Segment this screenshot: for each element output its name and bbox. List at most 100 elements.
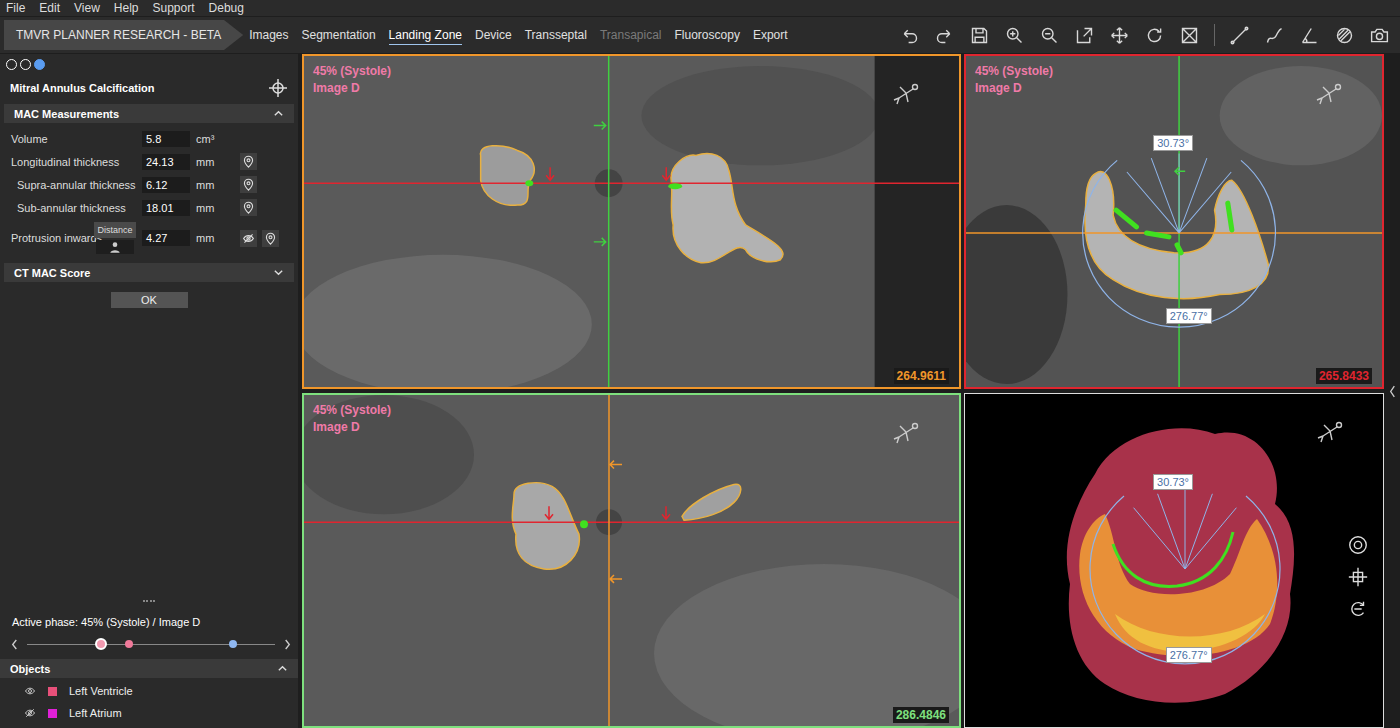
tab[interactable]: Images [249,26,288,45]
expand-icon[interactable] [1074,25,1095,46]
angle-label: 276.77° [1166,308,1212,324]
locate-button[interactable] [240,176,257,193]
person-icon [96,240,134,254]
locate-button[interactable] [240,199,257,216]
section-header[interactable]: MAC Measurements [4,104,294,123]
chevron-right-icon[interactable] [283,638,292,651]
tab[interactable]: Transseptal [525,26,587,45]
ok-button[interactable]: OK [111,292,188,308]
chevron-left-icon[interactable] [1388,384,1397,399]
menu-item[interactable]: Help [114,1,139,15]
measurement-value[interactable]: 24.13 [142,154,190,170]
viewport[interactable]: 45% (Systole)Image D 286.4846 [302,393,961,728]
slice-position: 286.4846 [893,707,949,723]
locate-button[interactable] [240,153,257,170]
ct-slice[interactable] [304,56,959,387]
menu-item[interactable]: Debug [209,1,244,15]
tab[interactable]: Segmentation [302,26,376,45]
render-tools [1347,534,1369,620]
menu-bar: File Edit View Help Support Debug [0,0,1400,16]
measurement-label: Volume [11,133,142,145]
chevron-icon [273,108,284,119]
phase-marker[interactable] [95,638,107,650]
measurement-row: Supra-annular thickness6.12mm [4,173,294,196]
viewport-grid: 45% (Systole)Image D264.961145% (Systole… [298,54,1384,728]
step-dot[interactable] [6,59,17,70]
phase-marker[interactable] [229,640,237,648]
target-icon[interactable] [1347,534,1369,556]
tab[interactable]: Fluoroscopy [675,26,740,45]
curve-icon[interactable] [1264,25,1285,46]
section-header[interactable]: CT MAC Score [4,263,294,282]
object-row[interactable]: Left Ventricle [10,680,288,702]
pin-icon [264,232,277,245]
crosshair-icon[interactable] [268,78,288,98]
rotate-3d-icon[interactable] [1347,598,1369,620]
ct-slice[interactable] [966,56,1382,387]
redo-icon[interactable] [934,25,955,46]
crosshair-icon[interactable] [1347,566,1369,588]
orientation-figure-icon [1314,82,1344,106]
ct-slice[interactable] [304,395,959,726]
visibility-button[interactable] [240,230,257,247]
menu-item[interactable]: Support [153,1,195,15]
reset-view-icon[interactable] [1179,25,1200,46]
viewport[interactable]: 45% (Systole)Image D265.843330.73°276.77… [964,54,1384,389]
measurement-label: Supra-annular thickness [17,179,142,191]
viewport-label: 45% (Systole)Image D [313,402,391,436]
angle-icon[interactable] [1299,25,1320,46]
measurement-value[interactable]: 18.01 [142,200,190,216]
phase-marker[interactable] [125,640,133,648]
undo-icon[interactable] [899,25,920,46]
step-dot[interactable] [20,59,31,70]
locate-button[interactable] [262,230,279,247]
viewport[interactable]: 30.73° 276.77° [964,393,1384,728]
panel-spacer [0,318,298,612]
tab[interactable]: Transapical [600,26,662,45]
measurement-label: Longitudinal thickness [11,156,142,168]
menu-item[interactable]: View [74,1,100,15]
step-dot[interactable] [34,59,45,70]
measurement-unit: mm [190,232,240,244]
app-window: File Edit View Help Support Debug TMVR PLANNER… [0,0,1400,728]
angle-label: 276.77° [1166,647,1212,663]
line-measure-icon[interactable] [1229,25,1250,46]
distance-button[interactable]: Distance [95,222,135,254]
pin-icon [242,178,255,191]
viewport[interactable]: 45% (Systole)Image D264.9611 [302,54,961,389]
timeline-track[interactable] [27,644,275,645]
angle-label: 30.73° [1153,474,1193,490]
color-swatch [48,687,57,696]
move-icon[interactable] [1109,25,1130,46]
menu-item[interactable]: Edit [39,1,60,15]
save-icon[interactable] [969,25,990,46]
measurement-value[interactable]: 4.27 [142,230,190,246]
measurement-value[interactable]: 5.8 [142,131,190,147]
tab[interactable]: Export [753,26,788,45]
zoom-in-icon[interactable] [1004,25,1025,46]
tab[interactable]: Landing Zone [389,26,462,45]
measurement-value[interactable]: 6.12 [142,177,190,193]
camera-icon[interactable] [1369,25,1390,46]
measurement-row: Volume5.8cm³ [4,127,294,150]
eye-icon[interactable] [24,685,36,697]
chevron-left-icon[interactable] [10,638,19,651]
measurement-unit: mm [190,202,240,214]
section-header[interactable]: Objects [0,659,298,678]
rotate-icon[interactable] [1144,25,1165,46]
workspace: Mitral Annulus CalcificationMAC Measurem… [0,54,1400,728]
menu-item[interactable]: File [6,1,25,15]
tab[interactable]: Device [475,26,512,45]
toolbar: TMVR PLANNER RESEARCH - BETAImagesSegmen… [0,17,1400,53]
object-row[interactable]: Left Atrium [10,702,288,724]
hatch-icon[interactable] [1334,25,1355,46]
measurement-row: Protrusion inwardsDistance4.27mm [4,219,294,257]
zoom-out-icon[interactable] [1039,25,1060,46]
rendering-3d[interactable] [965,394,1383,727]
measurement-row: Sub-annular thickness18.01mm [4,196,294,219]
phase-timeline [0,632,298,659]
pin-icon [242,155,255,168]
eye-off-icon[interactable] [24,707,36,719]
eye-off-icon [242,232,255,245]
resize-grip-icon[interactable] [143,600,155,604]
